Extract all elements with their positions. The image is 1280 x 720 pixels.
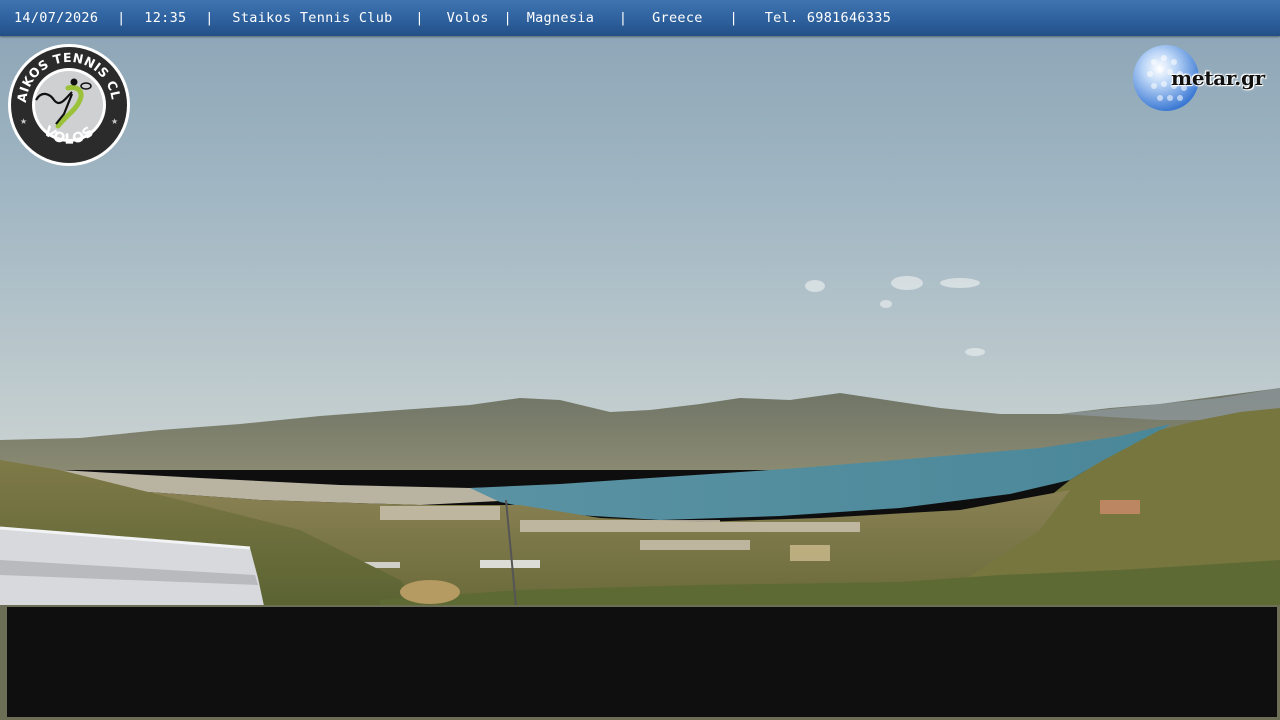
club-logo: STAIKOS TENNIS CLUB VOLOS ★ ★ — [6, 42, 130, 166]
phone-text: Tel. 6981646335 — [764, 10, 892, 26]
shrub — [400, 580, 460, 604]
info-bar: 14/07/2026 | 12:35 | Staikos Tennis Club… — [0, 0, 1280, 36]
separator: | — [117, 10, 126, 26]
time-text: 12:35 — [144, 10, 187, 26]
separator: | — [415, 10, 424, 26]
separator: | — [618, 10, 628, 26]
club-name-text: Staikos Tennis Club — [232, 10, 393, 26]
separator: | — [503, 10, 512, 26]
separator: | — [205, 10, 214, 26]
sky — [0, 0, 1280, 470]
black-overlay-panel — [7, 607, 1277, 717]
city-text: Volos — [446, 10, 489, 26]
country-text: Greece — [652, 10, 703, 26]
brand-text: metar.gr — [1171, 66, 1265, 90]
region-text: Magnesia — [526, 10, 595, 26]
svg-text:★: ★ — [111, 117, 118, 126]
date-text: 14/07/2026 — [14, 10, 99, 26]
separator: | — [729, 10, 738, 26]
svg-text:★: ★ — [20, 117, 27, 126]
